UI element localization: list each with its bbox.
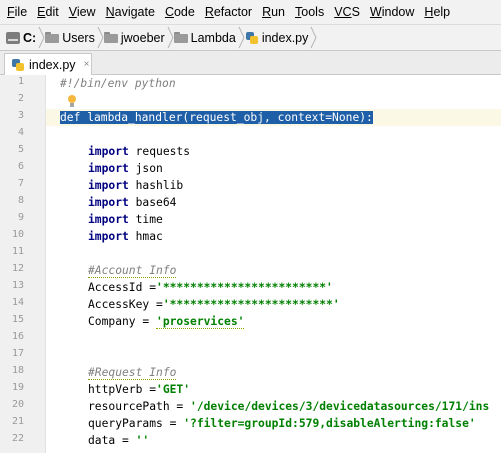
- selected-text: def lambda_handler(request_obj, context=…: [60, 111, 373, 124]
- code-line-5: import requests: [88, 143, 190, 160]
- lightbulb-icon[interactable]: [66, 95, 78, 109]
- keyword: import: [88, 179, 129, 192]
- code-line-12: #Account Info: [88, 262, 177, 279]
- variable-assign: queryParams =: [88, 417, 184, 430]
- variable-assign: AccessKey =: [88, 298, 163, 311]
- python-file-icon: [11, 58, 25, 72]
- code-line-22: data = '': [88, 432, 149, 449]
- code-line-10: import hmac: [88, 228, 163, 245]
- breadcrumb-label-users: Users: [62, 30, 95, 45]
- folder-icon: [45, 32, 60, 43]
- variable-assign: httpVerb =: [88, 383, 157, 396]
- module-name: json: [128, 162, 163, 175]
- code-line-8: import base64: [88, 194, 176, 211]
- code-line-19: httpVerb ='GET': [88, 381, 190, 398]
- keyword: import: [88, 145, 129, 158]
- keyword: import: [88, 162, 129, 175]
- code-line-13: AccessId ='************************': [88, 279, 333, 296]
- code-line-6: import json: [88, 160, 163, 177]
- breadcrumb-item-lambda[interactable]: Lambda: [173, 25, 238, 50]
- menu-window[interactable]: Window: [365, 0, 419, 24]
- menu-bar: File Edit View Navigate Code Refactor Ru…: [0, 0, 501, 24]
- breadcrumb: C: Users jwoeber Lambda index.py: [0, 24, 501, 51]
- variable-assign: data =: [88, 434, 136, 447]
- module-name: base64: [128, 196, 177, 209]
- variable-assign: Company =: [88, 315, 157, 328]
- menu-navigate[interactable]: Navigate: [101, 0, 160, 24]
- chevron-right-icon: [167, 25, 174, 50]
- code-area[interactable]: #!/bin/env python def lambda_handler(req…: [0, 75, 501, 453]
- python-file-icon: [245, 31, 259, 45]
- module-name: hmac: [128, 230, 163, 243]
- string-literal: '************************': [156, 281, 333, 294]
- chevron-right-icon: [238, 25, 245, 50]
- keyword: import: [88, 230, 129, 243]
- code-line-14: AccessKey ='************************': [88, 296, 340, 313]
- code-line-20: resourcePath = '/device/devices/3/device…: [88, 398, 489, 415]
- string-literal: 'GET': [156, 383, 191, 396]
- code-line-7: import hashlib: [88, 177, 183, 194]
- chevron-right-icon: [310, 25, 317, 50]
- menu-code[interactable]: Code: [160, 0, 200, 24]
- comment: #Account Info: [88, 264, 177, 278]
- string-literal: '': [135, 434, 150, 447]
- module-name: hashlib: [128, 179, 184, 192]
- string-literal: 'proservices': [156, 315, 245, 329]
- comment: #Request Info: [88, 366, 177, 380]
- code-line-18: #Request Info: [88, 364, 177, 381]
- menu-vcs[interactable]: VCS: [329, 0, 365, 24]
- code-line-9: import time: [88, 211, 163, 228]
- drive-icon: [6, 31, 20, 44]
- variable-assign: AccessId =: [88, 281, 157, 294]
- keyword: import: [88, 213, 129, 226]
- tab-index-py[interactable]: index.py ×: [4, 53, 92, 75]
- close-icon[interactable]: ×: [84, 59, 90, 70]
- string-literal: '/device/devices/3/devicedatasources/171…: [190, 400, 490, 413]
- breadcrumb-item-drive[interactable]: C:: [6, 25, 38, 50]
- module-name: requests: [128, 145, 191, 158]
- variable-assign: resourcePath =: [88, 400, 191, 413]
- folder-icon: [103, 32, 118, 43]
- menu-view[interactable]: View: [64, 0, 101, 24]
- code-line-3: def lambda_handler(request_obj, context=…: [60, 109, 373, 126]
- breadcrumb-label-lambda: Lambda: [190, 30, 236, 45]
- code-editor[interactable]: 1 2 3 4 5 6 7 8 9 10 11 12 13 14 15 16 1…: [0, 75, 501, 453]
- menu-file[interactable]: File: [2, 0, 32, 24]
- tab-label: index.py: [29, 57, 76, 72]
- menu-tools[interactable]: Tools: [290, 0, 329, 24]
- breadcrumb-label-file: index.py: [261, 30, 309, 45]
- menu-help[interactable]: Help: [419, 0, 455, 24]
- code-line-21: queryParams = '?filter=groupId:579,disab…: [88, 415, 476, 432]
- folder-icon: [173, 32, 188, 43]
- breadcrumb-label-jwoeber: jwoeber: [120, 30, 165, 45]
- menu-edit[interactable]: Edit: [32, 0, 64, 24]
- code-line-15: Company = 'proservices': [88, 313, 245, 330]
- breadcrumb-label-drive: C:: [23, 30, 37, 45]
- breadcrumb-item-jwoeber[interactable]: jwoeber: [103, 25, 167, 50]
- chevron-right-icon: [38, 25, 45, 50]
- editor-tab-bar: index.py ×: [0, 51, 501, 75]
- keyword: import: [88, 196, 129, 209]
- breadcrumb-item-users[interactable]: Users: [45, 25, 97, 50]
- menu-refactor[interactable]: Refactor: [200, 0, 257, 24]
- menu-run[interactable]: Run: [257, 0, 290, 24]
- string-literal: '************************': [162, 298, 340, 311]
- string-literal: '?filter=groupId:579,disableAlerting:fal…: [183, 417, 476, 430]
- code-line-1: #!/bin/env python: [60, 77, 176, 90]
- chevron-right-icon: [97, 25, 104, 50]
- module-name: time: [128, 213, 163, 226]
- breadcrumb-item-file[interactable]: index.py: [245, 25, 311, 50]
